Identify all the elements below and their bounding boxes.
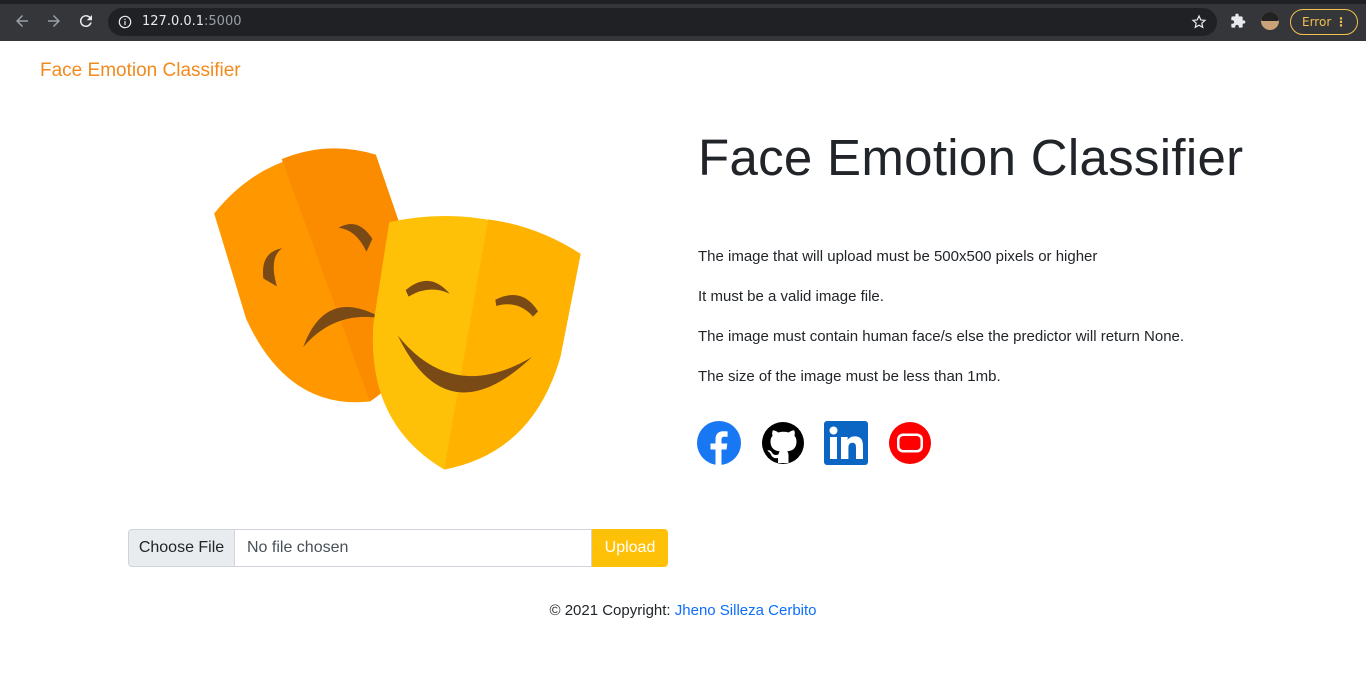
address-bar[interactable]: 127.0.0.1:5000 [108,8,1217,36]
url-text: 127.0.0.1:5000 [142,14,242,30]
bookmark-star-icon[interactable] [1191,14,1207,30]
tab-strip [0,0,1366,4]
navbar-brand[interactable]: Face Emotion Classifier [40,59,241,83]
copyright-text: © 2021 Copyright: [549,602,675,619]
author-link[interactable]: Jheno Silleza Cerbito [675,602,817,619]
requirement-text: The image must contain human face/s else… [698,328,1185,345]
youtube-icon[interactable] [888,421,932,465]
browser-toolbar: 127.0.0.1:5000 Error ⋮ [0,0,1366,41]
forward-icon[interactable] [43,10,65,32]
url-host: 127.0.0.1 [142,14,205,29]
file-upload-group: Choose File No file chosen Upload [128,529,668,567]
reload-icon[interactable] [75,10,97,32]
file-name-field[interactable]: No file chosen [235,529,592,567]
upload-button[interactable]: Upload [592,529,668,567]
url-port: :5000 [204,14,242,29]
back-icon[interactable] [11,10,33,32]
page-title: Face Emotion Classifier [698,129,1244,186]
requirement-text: The image that will upload must be 500x5… [698,248,1098,265]
choose-file-button[interactable]: Choose File [128,529,235,567]
error-label: Error [1302,15,1332,29]
facebook-icon[interactable] [697,421,741,465]
profile-avatar[interactable] [1261,12,1279,30]
site-info-icon[interactable] [118,15,132,29]
extensions-puzzle-icon[interactable] [1230,13,1246,29]
github-icon[interactable] [761,421,805,465]
linkedin-icon[interactable] [824,421,868,465]
requirement-text: The size of the image must be less than … [698,368,1001,385]
menu-icon: ⋮ [1335,15,1347,29]
footer: © 2021 Copyright: Jheno Silleza Cerbito [0,601,1366,621]
requirement-text: It must be a valid image file. [698,288,884,305]
comedy-tragedy-masks-icon [214,148,581,470]
error-button[interactable]: Error ⋮ [1290,9,1358,35]
